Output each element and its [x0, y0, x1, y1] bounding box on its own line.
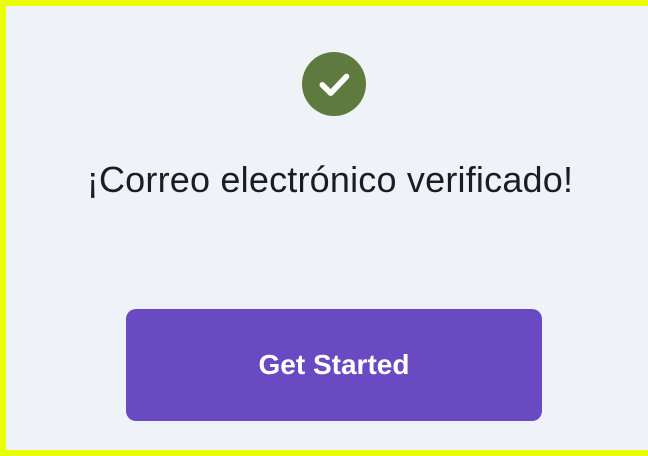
get-started-button[interactable]: Get Started: [126, 309, 542, 421]
verification-screen: ¡Correo electrónico verificado! Get Star…: [0, 0, 648, 456]
checkmark-icon: [319, 73, 350, 96]
page-title: ¡Correo electrónico verificado!: [86, 159, 574, 200]
check-circle-icon: [302, 52, 366, 116]
